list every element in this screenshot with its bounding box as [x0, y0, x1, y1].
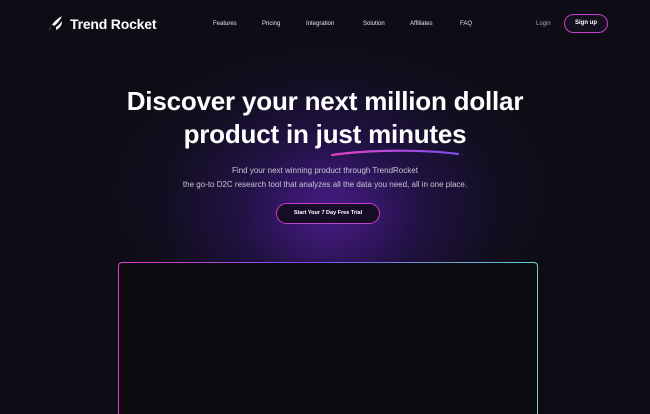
hero-subtext-line-2: the go-to D2C research tool that analyze… [182, 180, 468, 189]
nav-item-integration[interactable]: Integration [306, 20, 334, 28]
nav-item-pricing[interactable]: Pricing [262, 20, 280, 28]
product-preview-panel [118, 262, 538, 414]
free-trial-button[interactable]: Start Your 7 Day Free Trial [276, 203, 380, 224]
hero-headline-line-2: product in just minutes [183, 119, 467, 149]
hero-subtext-line-1: Find your next winning product through T… [232, 166, 418, 175]
nav-item-affiliates[interactable]: Affiliates [410, 20, 433, 28]
nav-item-solution[interactable]: Solution [363, 20, 385, 28]
nav-links: Features Pricing Integration Solution Af… [0, 20, 650, 30]
hero-headline: Discover your next million dollar produc… [0, 85, 650, 151]
hero-subtext: Find your next winning product through T… [0, 164, 650, 192]
top-navigation: Trend Rocket Features Pricing Integratio… [0, 0, 650, 48]
login-link[interactable]: Login [536, 20, 551, 28]
landing-page: Trend Rocket Features Pricing Integratio… [0, 0, 650, 414]
nav-item-features[interactable]: Features [213, 20, 237, 28]
nav-item-faq[interactable]: FAQ [460, 20, 472, 28]
signup-button[interactable]: Sign up [564, 14, 608, 33]
hero-headline-line-1: Discover your next million dollar [126, 86, 524, 116]
headline-underline-decoration [330, 149, 460, 157]
